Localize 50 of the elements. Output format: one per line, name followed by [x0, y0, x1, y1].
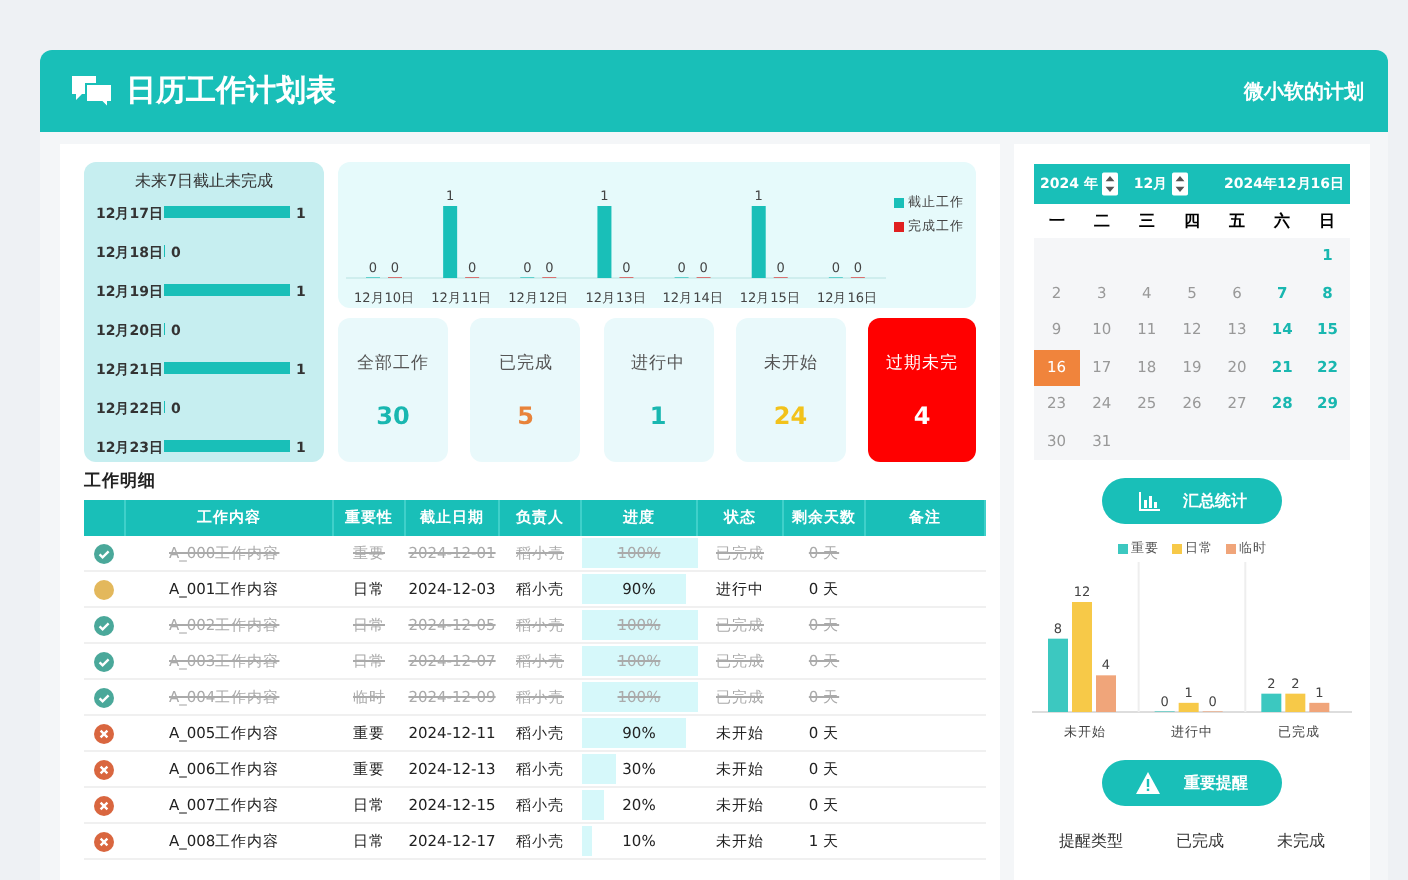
bar	[1309, 702, 1330, 712]
column-header: 已完成	[1175, 830, 1224, 852]
bar	[164, 362, 290, 374]
stat-value: 24	[773, 401, 808, 429]
weekday-label: 二	[1079, 204, 1125, 238]
warning-icon	[1136, 772, 1160, 794]
page-subtitle: 微小软的计划	[1244, 79, 1364, 105]
bar	[751, 205, 766, 277]
stat-value: 5	[517, 401, 534, 429]
spinner-icon[interactable]	[1101, 172, 1118, 196]
bar	[1285, 693, 1306, 712]
bar	[1048, 638, 1068, 712]
legend-swatch	[1117, 544, 1127, 554]
legend-swatch	[894, 222, 904, 232]
weekday-label: 五	[1214, 204, 1260, 238]
stat-label: 过期未完	[886, 351, 958, 375]
stat-value: 4	[913, 401, 931, 429]
bar	[1261, 693, 1282, 712]
reminder-button[interactable]: 重要提醒	[1102, 760, 1282, 806]
chat-bubbles-icon	[70, 73, 114, 109]
stat-value: 1	[649, 401, 667, 429]
bar	[164, 440, 290, 452]
summary-button[interactable]: 汇总统计	[1102, 478, 1282, 524]
bar	[1096, 675, 1116, 712]
column-header: 未完成	[1277, 830, 1326, 852]
legend-swatch	[1225, 544, 1235, 554]
legend-swatch	[1171, 544, 1181, 554]
legend-swatch	[894, 198, 904, 208]
stat-value: 30	[376, 401, 410, 429]
bar-chart-icon	[1137, 491, 1159, 511]
weekday-label: 六	[1259, 204, 1305, 238]
section-title: 工作明细	[84, 472, 158, 494]
stat-label: 已完成	[498, 351, 553, 375]
weekday-label: 四	[1169, 204, 1215, 238]
bar	[164, 284, 290, 296]
stat-label: 全部工作	[357, 351, 429, 375]
weekday-label: 三	[1124, 204, 1170, 238]
chart-title: 未来7日截止未完成	[132, 170, 276, 192]
page-title: 日历工作计划表	[126, 72, 336, 110]
stat-label: 进行中	[631, 351, 685, 375]
column-header: 提醒类型	[1058, 830, 1123, 852]
weekday-label: 一	[1034, 204, 1080, 238]
bar	[1072, 602, 1092, 712]
bar	[443, 205, 458, 277]
weekday-label: 日	[1304, 204, 1350, 238]
spinner-icon[interactable]	[1171, 172, 1188, 196]
bar	[164, 206, 290, 218]
stat-label: 未开始	[763, 351, 818, 375]
bar	[1178, 702, 1199, 712]
bar	[597, 205, 612, 277]
